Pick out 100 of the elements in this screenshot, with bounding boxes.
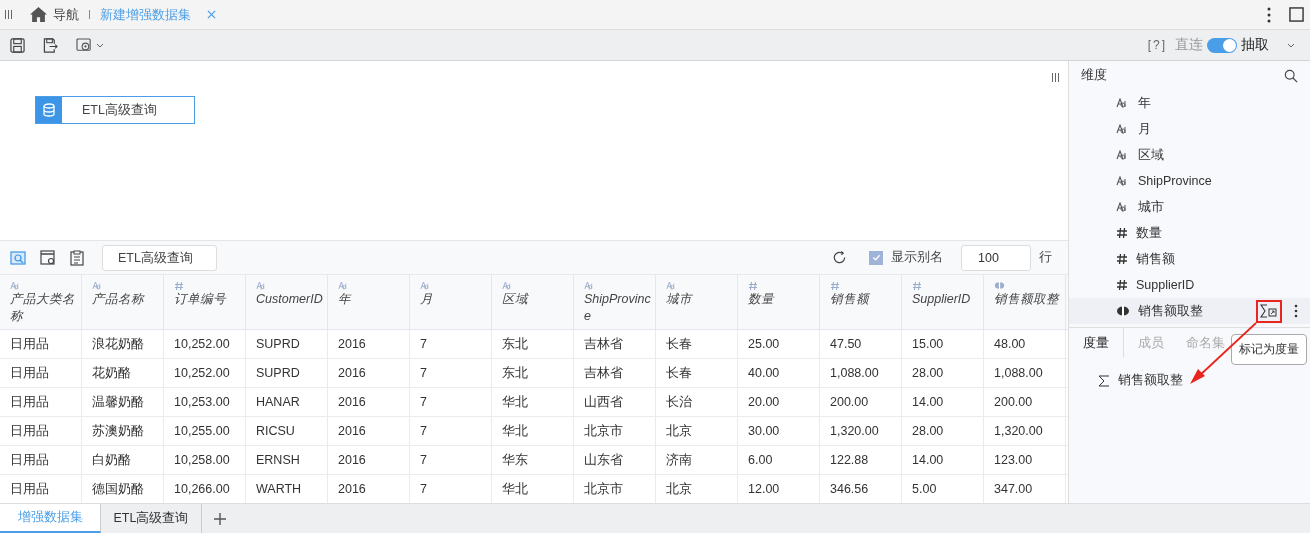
- field-item[interactable]: 区域: [1069, 142, 1310, 168]
- column-header[interactable]: 月: [410, 275, 492, 329]
- database-icon: [43, 103, 55, 117]
- column-header[interactable]: 产品名称: [82, 275, 164, 329]
- table-cell: 北京市: [574, 417, 656, 445]
- settings-icon: [76, 37, 93, 53]
- column-title: ShipProvince: [584, 291, 651, 325]
- search-icon[interactable]: [1284, 68, 1298, 83]
- column-title: 区域: [502, 291, 530, 308]
- settings-dropdown[interactable]: [76, 37, 104, 53]
- alias-label: 显示别名: [891, 249, 943, 266]
- window-settings-icon[interactable]: [40, 249, 56, 266]
- column-header[interactable]: 销售额: [820, 275, 902, 329]
- table-cell: 47.50: [820, 330, 902, 358]
- column-header[interactable]: CustomerID: [246, 275, 328, 329]
- column-header[interactable]: 城市: [656, 275, 738, 329]
- etl-node[interactable]: ETL高级查询: [35, 96, 195, 124]
- field-item[interactable]: 年: [1069, 90, 1310, 116]
- field-item[interactable]: 城市: [1069, 194, 1310, 220]
- grip-icon[interactable]: [5, 10, 12, 19]
- column-title: 城市: [666, 291, 694, 308]
- clipboard-icon[interactable]: [70, 249, 84, 266]
- table-cell: 2016: [328, 388, 410, 416]
- table-cell: 东北: [492, 330, 574, 358]
- more-icon[interactable]: [1294, 304, 1298, 318]
- table-cell: ERNSH: [246, 446, 328, 474]
- field-item[interactable]: SupplierID: [1069, 272, 1310, 298]
- column-title: 订单编号: [174, 291, 227, 308]
- add-icon[interactable]: [214, 512, 226, 525]
- table-cell: RICSU: [246, 417, 328, 445]
- sigma-icon: [1098, 374, 1110, 387]
- column-header[interactable]: 数量: [738, 275, 820, 329]
- table-cell: 2016: [328, 417, 410, 445]
- table-cell: 1,088.00: [820, 359, 902, 387]
- table-cell: 长春: [656, 330, 738, 358]
- close-icon[interactable]: [207, 10, 216, 19]
- hash-icon: [748, 280, 758, 291]
- column-title: 数量: [748, 291, 776, 308]
- sheet-tab[interactable]: ETL高级查询: [101, 504, 202, 533]
- column-title: 销售额取整: [994, 291, 1061, 308]
- save-icon[interactable]: [10, 37, 25, 53]
- table-cell: 华北: [492, 417, 574, 445]
- table-cell: SUPRD: [246, 359, 328, 387]
- row-unit-label: 行: [1039, 249, 1052, 266]
- table-cell: 日用品: [0, 330, 82, 358]
- column-header[interactable]: 订单编号: [164, 275, 246, 329]
- table-cell: 15.00: [902, 330, 984, 358]
- table-cell: 白奶酪: [82, 446, 164, 474]
- node-name-field[interactable]: ETL高级查询: [102, 244, 217, 271]
- table-cell: 华北: [492, 388, 574, 416]
- nav-label[interactable]: 导航: [53, 5, 79, 24]
- calculated-field-icon: [994, 280, 1005, 291]
- calculated-field-icon: [1116, 304, 1130, 318]
- table-cell: 7: [410, 388, 492, 416]
- more-icon[interactable]: [1267, 6, 1271, 23]
- refresh-icon[interactable]: [832, 250, 847, 265]
- table-cell: 济南: [656, 446, 738, 474]
- field-item[interactable]: 销售额取整: [1069, 298, 1310, 324]
- caret-icon[interactable]: [1287, 42, 1295, 48]
- preview-icon[interactable]: [10, 249, 26, 266]
- field-item[interactable]: ShipProvince: [1069, 168, 1310, 194]
- column-title: 销售额: [830, 291, 871, 308]
- column-header[interactable]: ShipProvince: [574, 275, 656, 329]
- save-as-icon[interactable]: [43, 37, 58, 53]
- column-header[interactable]: SupplierID: [902, 275, 984, 329]
- field-item[interactable]: 月: [1069, 116, 1310, 142]
- table-cell: 1,088.00: [984, 359, 1066, 387]
- table-cell: 14.00: [902, 446, 984, 474]
- table-cell: 10,252.00: [164, 330, 246, 358]
- help-link[interactable]: [?]: [1147, 38, 1167, 52]
- table-cell: 122.88: [820, 446, 902, 474]
- table-cell: 28.00: [902, 417, 984, 445]
- table-cell: 长春: [656, 359, 738, 387]
- home-icon[interactable]: [30, 7, 47, 22]
- row-limit-field[interactable]: 100: [961, 244, 1031, 271]
- table-cell: 1,320.00: [984, 417, 1066, 445]
- table-cell: 浪花奶酪: [82, 330, 164, 358]
- column-header[interactable]: 区域: [492, 275, 574, 329]
- mode-toggle[interactable]: [1207, 37, 1237, 53]
- table-cell: 日用品: [0, 446, 82, 474]
- table-cell: 北京: [656, 417, 738, 445]
- field-item[interactable]: 销售额: [1069, 246, 1310, 272]
- maximize-icon[interactable]: [1289, 7, 1304, 22]
- column-header[interactable]: 销售额取整: [984, 275, 1066, 329]
- table-cell: 7: [410, 359, 492, 387]
- table-cell: 200.00: [820, 388, 902, 416]
- table-cell: 30.00: [738, 417, 820, 445]
- panel-title: 维度: [1081, 67, 1107, 84]
- field-item[interactable]: 数量: [1069, 220, 1310, 246]
- table-cell: 48.00: [984, 330, 1066, 358]
- table-cell: 山东省: [574, 446, 656, 474]
- column-header[interactable]: 年: [328, 275, 410, 329]
- grip-icon[interactable]: [1052, 73, 1059, 82]
- alias-checkbox[interactable]: [869, 250, 883, 265]
- mark-as-measure-button[interactable]: [1256, 299, 1282, 323]
- table-cell: 7: [410, 446, 492, 474]
- column-header[interactable]: 产品大类名称: [0, 275, 82, 329]
- column-title: CustomerID: [256, 291, 323, 308]
- table-cell: 东北: [492, 359, 574, 387]
- table-cell: 温馨奶酪: [82, 388, 164, 416]
